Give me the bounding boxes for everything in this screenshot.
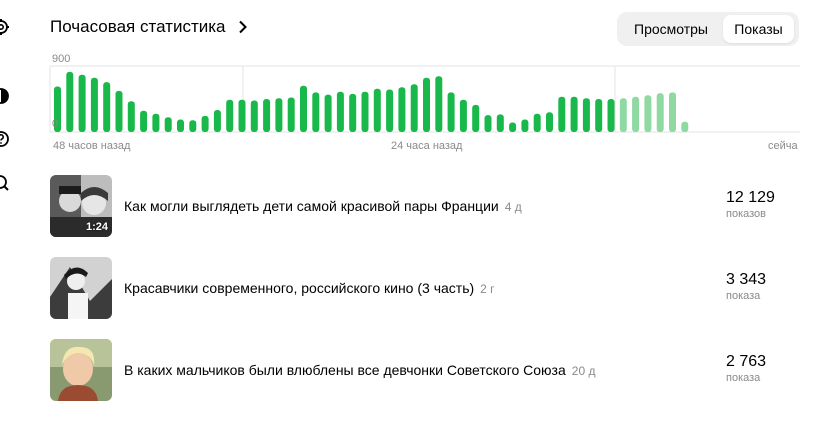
chart-bar[interactable] [250,100,258,133]
chart-bar[interactable] [152,113,160,132]
item-metric: 3 343 показа [726,271,766,302]
chart-bar[interactable] [263,99,271,132]
chart-bar[interactable] [521,119,529,133]
metric-value: 3 343 [726,271,767,288]
chart-bar[interactable] [558,96,566,132]
list-item[interactable]: В каких мальчиков были влюблены все девч… [50,339,790,401]
metric-unit: показа [726,372,761,384]
item-metric: 2 763 показа [726,353,766,384]
chart-bar[interactable] [287,97,295,133]
chart-bar[interactable] [509,122,517,133]
item-age: 2 г [480,282,495,296]
chat-icon[interactable] [0,174,10,192]
y-tick-max: 900 [52,53,70,65]
chart-bar[interactable] [447,92,455,132]
chart-bar[interactable] [632,96,640,132]
chart-bar[interactable] [78,74,86,132]
chart-bar[interactable] [312,92,320,132]
page-title: Почасовая статистика [50,17,226,36]
item-metric: 12 129 показов [726,189,775,220]
chart-bar[interactable] [423,77,430,132]
chart-bar[interactable] [484,115,492,132]
chart-bar[interactable] [103,82,111,132]
chart-bar[interactable] [324,94,332,132]
help-icon[interactable] [0,130,10,148]
y-tick-min: 0 [52,118,58,130]
chart-bar[interactable] [226,99,234,132]
chart-bar[interactable] [669,92,676,132]
hourly-bar-chart: 900 0 [49,53,800,133]
chart-bar[interactable] [607,99,615,132]
metric-toggle: Просмотры Показы [617,12,799,46]
video-duration: 1:24 [85,221,108,233]
hourly-stats-link[interactable]: Почасовая статистика [50,17,248,37]
metric-unit: показов [726,208,767,220]
x-label-24h: 24 часа назад [391,140,463,152]
chart-bar[interactable] [90,77,98,132]
gear-icon[interactable] [0,18,10,36]
list-item[interactable]: 1:24 Как могли выглядеть дети самой крас… [50,175,790,237]
theme-icon[interactable] [0,87,10,105]
chart-bar[interactable] [570,96,578,132]
chevron-right-icon [238,20,247,34]
chart-bar[interactable] [435,76,443,132]
chart-bar[interactable] [164,117,172,132]
metric-unit: показа [726,290,761,302]
x-label-48h: 48 часов назад [53,140,131,152]
list-item[interactable]: Красавчики современного, российского кин… [50,257,790,319]
item-title-text: В каких мальчиков были влюблены все девч… [124,362,566,378]
chart-bar[interactable] [373,88,381,132]
chart-bar[interactable] [238,99,246,132]
chart-bar[interactable] [546,112,553,132]
metric-value: 2 763 [726,353,767,370]
chart-bar[interactable] [66,71,74,132]
item-title-text: Как могли выглядеть дети самой красивой … [124,198,499,214]
chart-bar[interactable] [656,93,664,132]
chart-bar[interactable] [619,98,627,132]
chart-bar[interactable] [213,110,221,132]
chart-bar[interactable] [140,110,148,132]
thumbnail-image [50,257,112,319]
chart-bar[interactable] [127,101,135,132]
chart-bar[interactable] [582,98,590,132]
chart-bar[interactable] [336,91,344,132]
chart-bar[interactable] [681,121,689,132]
item-title: Как могли выглядеть дети самой красивой … [124,198,522,214]
chart-bar[interactable] [361,91,369,132]
chart-bar[interactable] [595,99,603,132]
thumbnail-image [50,339,112,401]
chart-bar[interactable] [177,119,184,133]
item-age: 20 д [571,364,596,378]
chart-bar[interactable] [472,104,480,132]
item-title: Красавчики современного, российского кин… [124,280,495,296]
chart-bar[interactable] [300,85,307,132]
chart-bar[interactable] [189,120,197,132]
chart-bar[interactable] [349,93,357,132]
item-title: В каких мальчиков были влюблены все девч… [124,362,595,378]
chart-bar[interactable] [496,114,504,132]
chart-bar[interactable] [459,99,467,132]
item-age: 4 д [504,200,522,214]
chart-bar[interactable] [275,98,283,132]
chart-bar[interactable] [201,115,209,132]
left-rail [0,0,14,433]
toggle-shows-button[interactable]: Показы [723,15,794,43]
thumbnail-image: 1:24 [50,175,112,237]
chart-bar[interactable] [115,90,123,132]
x-label-now: сейча [768,140,798,152]
toggle-views-button[interactable]: Просмотры [621,15,721,43]
item-title-text: Красавчики современного, российского кин… [124,280,475,296]
chart-bar[interactable] [386,89,394,133]
chart-bar[interactable] [398,87,406,132]
chart-bar[interactable] [410,84,418,132]
chart-bar[interactable] [644,95,652,132]
metric-value: 12 129 [726,189,775,206]
chart-bar[interactable] [533,113,541,132]
